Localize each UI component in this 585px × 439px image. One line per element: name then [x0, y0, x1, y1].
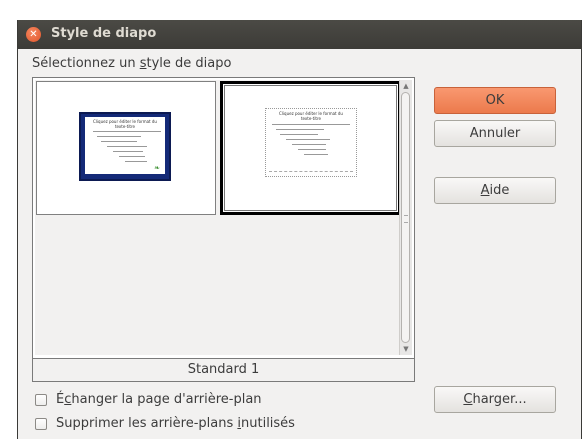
preview-title-2: texte-titre: [114, 124, 136, 129]
ok-button[interactable]: OK: [434, 87, 556, 114]
preview-outline-line: [107, 146, 147, 147]
slide-preview: Cliquez pour éditer le format du texte-ti…: [79, 112, 171, 181]
preview-footer: [269, 171, 353, 173]
preview-outline-line: [272, 124, 350, 125]
leaf-icon: ❧: [154, 164, 160, 172]
help-button[interactable]: Aide: [434, 177, 556, 204]
remove-unused-label: Supprimer les arrière-plans inutilisés: [56, 416, 295, 431]
checkbox-box[interactable]: [35, 394, 47, 406]
style-tile-standard-1[interactable]: Cliquez pour éditer le format du texte-ti…: [36, 81, 216, 215]
selected-style-name: Standard 1: [33, 358, 414, 381]
style-tile-standard-1-selected[interactable]: Cliquez pour éditer le format du texte-ti…: [220, 81, 401, 215]
vertical-scrollbar[interactable]: ▲ ▼: [399, 80, 412, 355]
preview-outline-line: [276, 129, 324, 130]
grip-icon: [404, 215, 408, 223]
checkbox-box[interactable]: [35, 418, 47, 430]
preview-outline-line: [113, 151, 143, 152]
preview-outline-line: [119, 156, 145, 157]
preview-outline-line: [125, 161, 147, 162]
arrow-up-icon[interactable]: ▲: [400, 80, 412, 92]
preview-title-2: texte-titre: [300, 116, 322, 121]
preview-outline-line: [304, 154, 328, 155]
load-button[interactable]: Charger...: [434, 386, 556, 413]
title-bar: ✕ Style de diapo: [18, 20, 581, 49]
arrow-down-icon[interactable]: ▼: [400, 343, 412, 355]
preview-outline-line: [101, 141, 137, 142]
style-grid: Cliquez pour éditer le format du texte-ti…: [35, 80, 401, 355]
preview-outline-line: [280, 134, 318, 135]
preview-outline-line: [93, 131, 161, 132]
cancel-button[interactable]: Annuler: [434, 120, 556, 147]
preview-outline-line: [97, 136, 141, 137]
scrollbar-thumb[interactable]: [401, 92, 410, 343]
swap-background-label: Échanger la page d'arrière-plan: [56, 392, 262, 407]
select-style-label: Sélectionnez un style de diapo: [32, 56, 232, 71]
window-title: Style de diapo: [51, 26, 157, 41]
preview-outline-line: [298, 149, 326, 150]
close-icon[interactable]: ✕: [26, 27, 41, 42]
style-dialog: ✕ Style de diapo Sélectionnez un style d…: [17, 20, 582, 439]
preview-outline-line: [292, 144, 326, 145]
slide-preview: Cliquez pour éditer le format du texte-ti…: [265, 108, 357, 177]
style-list[interactable]: Cliquez pour éditer le format du texte-ti…: [32, 77, 415, 382]
preview-outline-line: [286, 139, 330, 140]
